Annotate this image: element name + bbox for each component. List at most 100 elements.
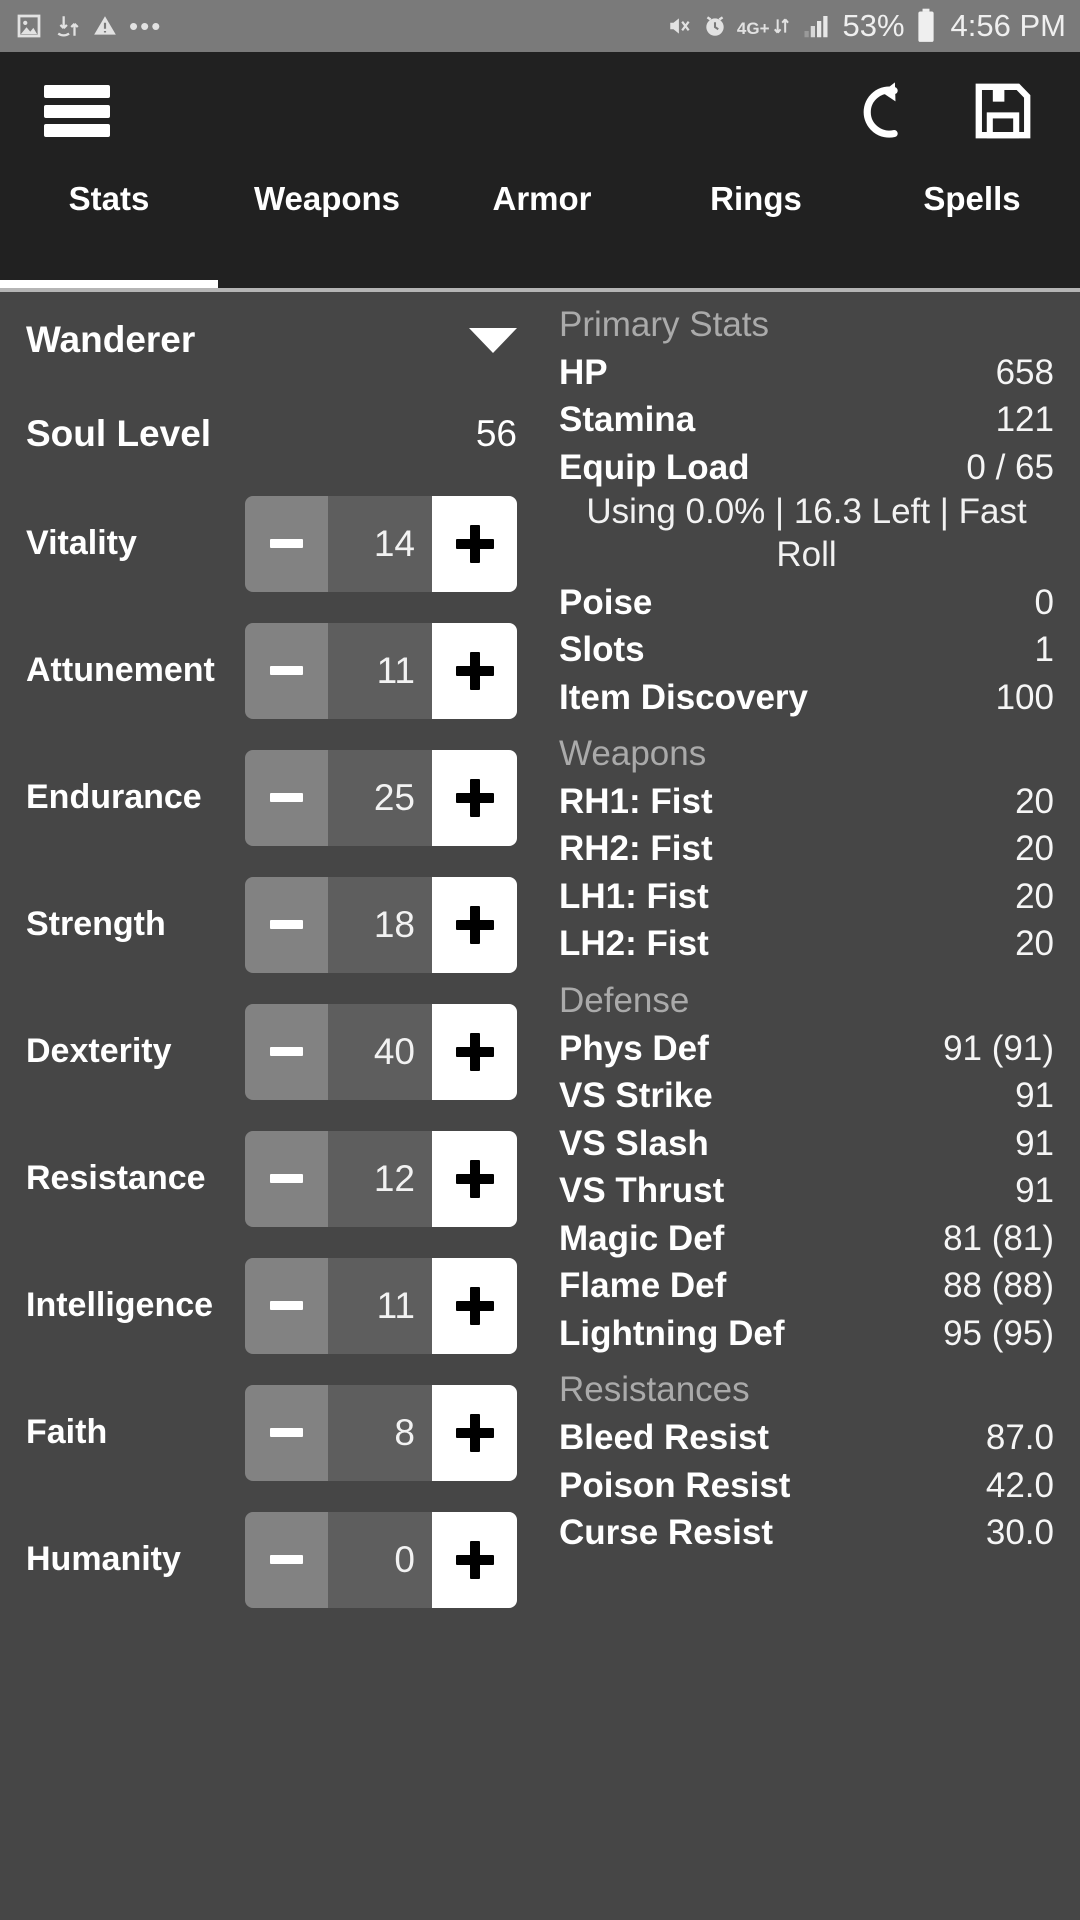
stat-decrement-button[interactable]	[245, 1258, 328, 1354]
stat-stepper: 11	[245, 1258, 517, 1354]
app-bar-actions	[860, 78, 1036, 144]
floppy-save-icon[interactable]	[970, 78, 1036, 144]
stat-row: Resistance12	[0, 1115, 545, 1242]
stat-stepper: 8	[245, 1385, 517, 1481]
stat-increment-button[interactable]	[432, 1004, 517, 1100]
stat-increment-button[interactable]	[432, 1512, 517, 1608]
stat-decrement-button[interactable]	[245, 1385, 328, 1481]
stat-decrement-button[interactable]	[245, 1131, 328, 1227]
soul-level-row: Soul Level 56	[0, 388, 545, 480]
soul-level-label: Soul Level	[26, 413, 211, 455]
stat-readout-value: 91	[1015, 1168, 1054, 1214]
stat-value-input[interactable]: 8	[328, 1385, 432, 1481]
tab-armor[interactable]: Armor	[436, 170, 648, 288]
stat-readout-row: Phys Def91 (91)	[559, 1025, 1054, 1073]
stat-readout-row: RH2: Fist 20	[559, 825, 1054, 873]
class-name-label: Wanderer	[26, 319, 195, 361]
stat-label: Dexterity	[26, 1032, 245, 1071]
stat-row: Dexterity 40	[0, 988, 545, 1115]
stat-readout-row: Item Discovery100	[559, 674, 1054, 722]
stat-stepper: 0	[245, 1512, 517, 1608]
derived-section: WeaponsRH1: Fist20RH2: Fist20LH1: Fist20…	[559, 721, 1054, 968]
stat-label: Humanity	[26, 1540, 245, 1579]
undo-reset-icon[interactable]	[860, 78, 926, 144]
plus-icon	[456, 906, 494, 944]
minus-icon	[270, 1174, 303, 1183]
stat-readout-row: LH2: Fist 20	[559, 920, 1054, 968]
tab-weapons[interactable]: Weapons	[218, 170, 436, 288]
stat-stepper: 40	[245, 1004, 517, 1100]
stat-readout-value: 88 (88)	[943, 1263, 1054, 1309]
stat-increment-button[interactable]	[432, 1258, 517, 1354]
stat-readout-row: VS Strike91	[559, 1072, 1054, 1120]
alarm-clock-icon	[702, 13, 728, 39]
stat-value-input[interactable]: 40	[328, 1004, 432, 1100]
stat-rows-container: Vitality14Attunement11Endurance25Strengt…	[0, 480, 545, 1623]
stat-row: Endurance25	[0, 734, 545, 861]
tab-bar: Stats Weapons Armor Rings Spells	[0, 170, 1080, 288]
stat-readout-key: Equip Load	[559, 445, 750, 491]
stat-readout-row: Poison Resist 42.0	[559, 1462, 1054, 1510]
derived-section: DefensePhys Def91 (91)VS Strike91VS Slas…	[559, 968, 1054, 1357]
class-selector[interactable]: Wanderer	[0, 292, 545, 388]
stat-decrement-button[interactable]	[245, 877, 328, 973]
stat-readout-key: Poise	[559, 580, 652, 626]
tab-spells[interactable]: Spells	[864, 170, 1080, 288]
overflow-dots-icon: •••	[129, 19, 162, 33]
tab-rings[interactable]: Rings	[648, 170, 864, 288]
stat-readout-row: VS Thrust91	[559, 1167, 1054, 1215]
stat-value-input[interactable]: 14	[328, 496, 432, 592]
section-title: Defense	[559, 968, 1054, 1025]
plus-icon	[456, 1541, 494, 1579]
stat-readout-value: 42.0	[986, 1463, 1054, 1509]
stat-readout-key: LH2: Fist	[559, 921, 709, 967]
stat-row: Vitality14	[0, 480, 545, 607]
stat-readout-row: Poise0	[559, 579, 1054, 627]
status-bar-left-icons: •••	[14, 11, 162, 41]
minus-icon	[270, 1428, 303, 1437]
stat-readout-value: 20	[1015, 921, 1054, 967]
stat-increment-button[interactable]	[432, 750, 517, 846]
stat-increment-button[interactable]	[432, 623, 517, 719]
equip-load-note: Using 0.0% | 16.3 Left | Fast Roll	[559, 491, 1054, 578]
plus-icon	[456, 1287, 494, 1325]
stat-value-input[interactable]: 11	[328, 623, 432, 719]
hamburger-menu-icon[interactable]	[44, 85, 110, 137]
stat-decrement-button[interactable]	[245, 1512, 328, 1608]
stat-value-input[interactable]: 18	[328, 877, 432, 973]
stat-readout-value: 91 (91)	[943, 1026, 1054, 1072]
stat-decrement-button[interactable]	[245, 496, 328, 592]
plus-icon	[456, 1160, 494, 1198]
stat-decrement-button[interactable]	[245, 1004, 328, 1100]
section-title: Weapons	[559, 721, 1054, 778]
stat-readout-value: 20	[1015, 826, 1054, 872]
stat-value-input[interactable]: 11	[328, 1258, 432, 1354]
stat-value-input[interactable]: 12	[328, 1131, 432, 1227]
stat-decrement-button[interactable]	[245, 623, 328, 719]
stat-readout-row: LH1: Fist20	[559, 873, 1054, 921]
stat-increment-button[interactable]	[432, 1131, 517, 1227]
stat-increment-button[interactable]	[432, 877, 517, 973]
stat-decrement-button[interactable]	[245, 750, 328, 846]
plus-icon	[456, 1033, 494, 1071]
image-icon	[14, 11, 44, 41]
stat-readout-value: 91	[1015, 1073, 1054, 1119]
stat-readout-row: Magic Def81 (81)	[559, 1215, 1054, 1263]
stat-value-input[interactable]: 0	[328, 1512, 432, 1608]
derived-stats-panel: Primary StatsHP658Stamina121Equip Load0 …	[545, 292, 1080, 1920]
stat-increment-button[interactable]	[432, 1385, 517, 1481]
derived-section: ResistancesBleed Resist87.0Poison Resist…	[559, 1357, 1054, 1556]
stat-readout-value: 87.0	[986, 1415, 1054, 1461]
app-bar: Stats Weapons Armor Rings Spells	[0, 52, 1080, 288]
stat-readout-row: Lightning Def95 (95)	[559, 1310, 1054, 1358]
stat-readout-key: RH2: Fist	[559, 826, 713, 872]
status-bar: ••• 4G+ 53% 4:56 PM	[0, 0, 1080, 52]
mobile-data-4gplus-icon: 4G+	[737, 16, 791, 36]
minus-icon	[270, 1047, 303, 1056]
active-tab-indicator	[0, 280, 218, 288]
stat-row: Strength18	[0, 861, 545, 988]
tab-stats[interactable]: Stats	[0, 170, 218, 288]
stat-value-input[interactable]: 25	[328, 750, 432, 846]
stat-increment-button[interactable]	[432, 496, 517, 592]
stat-readout-key: Poison Resist	[559, 1463, 790, 1509]
